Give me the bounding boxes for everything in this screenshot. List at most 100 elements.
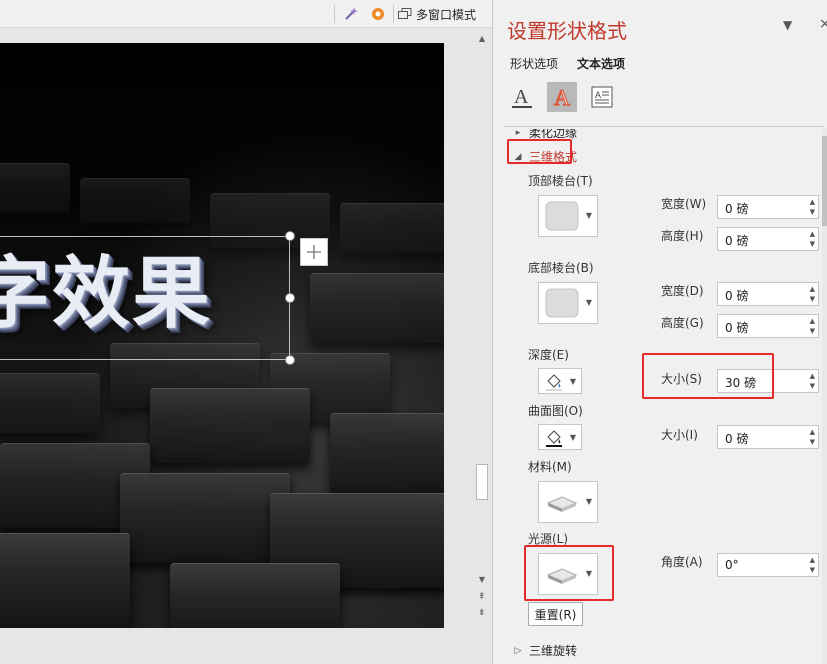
spin-up-icon[interactable]: ▲	[810, 285, 815, 293]
textbox-icon: A	[591, 86, 613, 108]
spin-up-icon[interactable]: ▲	[810, 230, 815, 238]
chevron-down-icon: ▼	[569, 433, 576, 442]
bottom-height-spinner[interactable]: 0 磅 ▲ ▼	[717, 314, 819, 338]
top-bevel-dropdown[interactable]: ▼	[538, 195, 598, 237]
bottom-height-label: 高度(G)	[661, 316, 704, 330]
textbox-tab[interactable]: A	[587, 82, 617, 112]
spin-up-icon[interactable]: ▲	[810, 428, 815, 436]
chevron-down-icon: ▼	[569, 377, 576, 386]
spin-up-icon[interactable]: ▲	[810, 556, 815, 564]
background-tile	[120, 473, 290, 563]
settings-button[interactable]	[367, 4, 389, 24]
spin-down-icon[interactable]: ▼	[810, 566, 815, 574]
svg-text:A: A	[595, 90, 601, 100]
depth-label: 深度(E)	[528, 348, 569, 362]
multiwindow-button[interactable]: 多窗口模式	[398, 4, 484, 24]
spin-down-icon[interactable]: ▼	[810, 382, 815, 390]
scroll-down-icon[interactable]: ▼	[477, 574, 487, 584]
slide[interactable]: 字效果	[0, 43, 444, 628]
section-3d-rotation[interactable]: ▷ 三维旋转	[513, 642, 577, 659]
spin-down-icon[interactable]: ▼	[810, 438, 815, 446]
background-tile	[310, 273, 444, 343]
prev-slide-icon[interactable]: ⇞	[478, 592, 486, 602]
expand-arrow-icon: ▷	[514, 645, 522, 656]
resize-handle[interactable]	[285, 231, 295, 241]
spin-down-icon[interactable]: ▼	[810, 327, 815, 335]
angle-label: 角度(A)	[661, 555, 703, 569]
text-effects-icon: A	[553, 84, 570, 110]
close-icon[interactable]: ×	[819, 16, 827, 32]
panel-scroll-thumb[interactable]	[822, 136, 827, 226]
windows-icon	[398, 8, 412, 19]
multiwindow-label: 多窗口模式	[416, 7, 477, 22]
magic-wand-icon	[345, 7, 358, 20]
spin-up-icon[interactable]: ▲	[810, 372, 815, 380]
paint-bucket-icon	[546, 430, 562, 447]
background-tile	[330, 413, 444, 493]
bottom-bevel-dropdown[interactable]: ▼	[538, 282, 598, 324]
paint-bucket-icon	[546, 374, 562, 391]
top-bevel-label: 顶部棱台(T)	[528, 174, 593, 188]
chevron-down-icon: ▼	[585, 211, 592, 220]
top-height-label: 高度(H)	[661, 229, 704, 243]
reset-button[interactable]: 重置(R)	[528, 602, 583, 626]
expand-arrow-icon: ▸	[515, 127, 521, 138]
format-shape-panel: 设置形状格式 ▼ × 形状选项 文本选项 A A A ▸ 柔化边缘 ◢ 三维格式…	[492, 0, 827, 664]
depth-color-button[interactable]: ▼	[538, 368, 582, 394]
bottom-width-label: 宽度(D)	[661, 284, 704, 298]
background-tile	[0, 373, 100, 433]
vertical-scrollbar[interactable]: ▲ ▼	[474, 28, 489, 600]
panel-divider	[503, 126, 825, 127]
top-width-spinner[interactable]: 0 磅 ▲ ▼	[717, 195, 819, 219]
material-dropdown[interactable]: ▼	[538, 481, 598, 523]
bottom-bevel-label: 底部棱台(B)	[528, 261, 594, 275]
contour-size-spinner[interactable]: 0 磅 ▲ ▼	[717, 425, 819, 449]
toolbar-separator	[334, 5, 335, 23]
tab-shape-options[interactable]: 形状选项	[510, 55, 558, 72]
resize-handle[interactable]	[285, 293, 295, 303]
toolbar-separator	[393, 5, 394, 23]
spin-down-icon[interactable]: ▼	[810, 208, 815, 216]
gear-icon	[372, 8, 384, 20]
svg-text:A: A	[514, 86, 529, 108]
bevel-none-icon	[545, 288, 579, 318]
spin-up-icon[interactable]: ▲	[810, 317, 815, 325]
resize-handle[interactable]	[285, 355, 295, 365]
highlight-box	[507, 139, 572, 164]
top-toolbar: 多窗口模式	[0, 0, 492, 28]
text-fill-tab[interactable]: A	[507, 82, 537, 112]
text-box-selection[interactable]	[0, 231, 295, 365]
svg-text:A: A	[554, 85, 570, 110]
magic-wand-button[interactable]	[340, 4, 362, 24]
contour-color-button[interactable]: ▼	[538, 424, 582, 450]
bottom-width-spinner[interactable]: 0 磅 ▲ ▼	[717, 282, 819, 306]
angle-spinner[interactable]: 0° ▲ ▼	[717, 553, 819, 577]
spin-down-icon[interactable]: ▼	[810, 240, 815, 248]
background-tile	[0, 163, 70, 213]
spin-up-icon[interactable]: ▲	[810, 198, 815, 206]
panel-title: 设置形状格式	[507, 19, 627, 43]
panel-scrollbar[interactable]	[822, 128, 827, 664]
contour-label: 曲面图(O)	[528, 404, 583, 418]
material-preview-icon	[546, 496, 578, 512]
background-tile	[80, 178, 190, 223]
panel-options-chevron-icon[interactable]: ▼	[783, 18, 792, 32]
bevel-none-icon	[545, 201, 579, 231]
slide-canvas-area: 字效果	[0, 28, 492, 664]
text-effects-tab[interactable]: A	[547, 82, 577, 112]
tab-text-options[interactable]: 文本选项	[577, 55, 625, 72]
top-height-spinner[interactable]: 0 磅 ▲ ▼	[717, 227, 819, 251]
scroll-thumb[interactable]	[476, 464, 488, 500]
background-tile	[150, 388, 310, 463]
spin-down-icon[interactable]: ▼	[810, 295, 815, 303]
highlight-box	[524, 545, 614, 601]
material-label: 材料(M)	[528, 460, 572, 474]
next-slide-icon[interactable]: ⇟	[478, 608, 486, 618]
text-fill-icon: A	[512, 86, 532, 108]
top-width-label: 宽度(W)	[661, 197, 707, 211]
scroll-up-icon[interactable]: ▲	[477, 33, 487, 43]
highlight-box	[642, 353, 774, 399]
background-tile	[170, 563, 340, 628]
layout-options-button[interactable]	[300, 238, 328, 266]
chevron-down-icon: ▼	[585, 298, 592, 307]
